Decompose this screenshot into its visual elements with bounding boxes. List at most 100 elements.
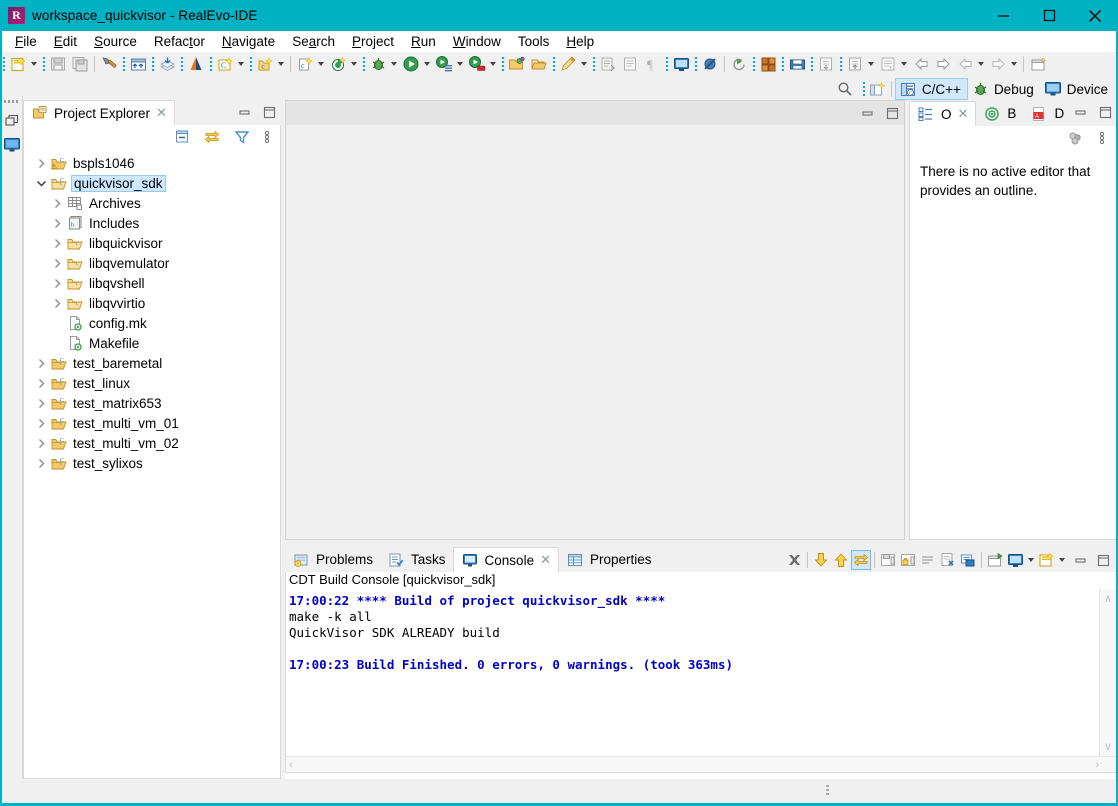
tree-item-libqvemulator[interactable]: libqvemulator — [24, 253, 280, 273]
toolbar-run-stop[interactable] — [466, 53, 499, 75]
clear-console-icon[interactable] — [918, 550, 938, 570]
marker-dropdown-arrow[interactable] — [578, 54, 589, 74]
console-vertical-scrollbar[interactable]: ∧ ∨ — [1099, 589, 1116, 756]
toolbar-save-all[interactable] — [69, 53, 91, 75]
previous-dropdown-arrow[interactable] — [975, 54, 986, 74]
toolbar-terminal[interactable] — [877, 53, 910, 75]
tree-item-test-matrix653[interactable]: Ctest_matrix653 — [24, 393, 280, 413]
tree-item-libqvshell[interactable]: libqvshell — [24, 273, 280, 293]
chevron-right-icon[interactable] — [33, 353, 49, 373]
editor-empty-area[interactable] — [285, 125, 905, 540]
toolbar-pilcrow[interactable]: ¶ — [641, 53, 663, 75]
toolbar-last-edit[interactable] — [619, 53, 641, 75]
fast-view-drag-handle[interactable] — [3, 100, 19, 103]
project-explorer-maximize-icon[interactable] — [261, 104, 277, 120]
next-dropdown-arrow[interactable] — [1008, 54, 1019, 74]
console-maximize-icon[interactable] — [1095, 552, 1111, 568]
toolbar-build[interactable] — [98, 53, 120, 75]
view-menu-icon[interactable] — [1097, 128, 1107, 148]
new-console-dropdown-arrow[interactable] — [1056, 550, 1067, 570]
tab-outline[interactable]: O ✕ — [909, 101, 977, 126]
editor-minimize-icon[interactable] — [859, 105, 875, 121]
tree-item-makefile[interactable]: Makefile — [24, 333, 280, 353]
terminate-icon[interactable] — [784, 550, 804, 570]
chevron-right-icon[interactable] — [33, 153, 49, 173]
toolbar-export[interactable] — [844, 53, 877, 75]
close-console-icon[interactable] — [938, 550, 958, 570]
new-wizard-dropdown-arrow[interactable] — [28, 54, 39, 74]
tree-item-test-sylixos[interactable]: Ctest_sylixos — [24, 453, 280, 473]
tree-item-test-multi-vm-01[interactable]: Ctest_multi_vm_01 — [24, 413, 280, 433]
chevron-right-icon[interactable] — [33, 413, 49, 433]
console-output[interactable]: 17:00:22 **** Build of project quickviso… — [285, 589, 1117, 756]
outline-minimize-icon[interactable] — [1072, 104, 1088, 120]
toolbar-publish[interactable] — [156, 53, 178, 75]
minimize-button[interactable] — [980, 0, 1026, 31]
toolbar-previous[interactable] — [954, 53, 987, 75]
chevron-right-icon[interactable] — [33, 433, 49, 453]
run-stop-dropdown-arrow[interactable] — [487, 54, 498, 74]
lock-console-icon[interactable] — [898, 550, 918, 570]
save-console-icon[interactable] — [878, 550, 898, 570]
chevron-right-icon[interactable] — [49, 253, 65, 273]
toolbar-debug[interactable] — [367, 53, 400, 75]
tab-project-explorer-close-icon[interactable]: ✕ — [156, 105, 167, 121]
menu-project[interactable]: Project — [344, 32, 403, 51]
toolbar-next[interactable] — [987, 53, 1020, 75]
menu-help[interactable]: Help — [558, 32, 603, 51]
tree-item-bspls1046[interactable]: C! bspls1046 — [24, 153, 280, 173]
sort-group-icon[interactable] — [1065, 128, 1085, 148]
toolbar-console-monitor[interactable] — [670, 53, 692, 75]
chevron-right-icon[interactable] — [33, 373, 49, 393]
view-menu-icon[interactable] — [262, 127, 272, 147]
toolbar-realevo-tool[interactable] — [185, 53, 207, 75]
toolbar-import[interactable] — [815, 53, 837, 75]
toolbar-marker[interactable] — [557, 53, 590, 75]
tab-build-targets[interactable]: B — [976, 101, 1024, 126]
run-dropdown-arrow[interactable] — [421, 54, 432, 74]
toolbar-back-history[interactable] — [910, 53, 932, 75]
export-dropdown-arrow[interactable] — [865, 54, 876, 74]
tree-item-includes[interactable]: h Includes — [24, 213, 280, 233]
toolbar-open-type[interactable] — [506, 53, 528, 75]
tab-documents[interactable]: A D — [1023, 101, 1072, 126]
close-button[interactable] — [1072, 0, 1118, 31]
filter-icon[interactable] — [232, 127, 252, 147]
menu-refactor[interactable]: Refactor — [146, 32, 214, 51]
tree-item-test-linux[interactable]: Ctest_linux — [24, 373, 280, 393]
toolbar-new-c-class[interactable]: c — [254, 53, 287, 75]
chevron-right-icon[interactable] — [33, 393, 49, 413]
menu-edit[interactable]: Edit — [46, 32, 86, 51]
outline-maximize-icon[interactable] — [1097, 104, 1113, 120]
tab-console-close-icon[interactable]: ✕ — [540, 552, 551, 568]
toolbar-new-grid[interactable] — [327, 53, 360, 75]
tab-problems[interactable]: ! Problems — [285, 547, 381, 572]
chevron-down-icon[interactable] — [33, 173, 49, 193]
run-config-dropdown-arrow[interactable] — [454, 54, 465, 74]
toolbar-new-c-project[interactable]: C — [214, 53, 247, 75]
open-console-icon[interactable] — [958, 550, 978, 570]
project-tree[interactable]: C! bspls1046 Cquickvisor_sdk Archives h Inclu… — [23, 148, 281, 779]
display-console-dropdown-arrow[interactable] — [1025, 550, 1036, 570]
tree-item-libquickvisor[interactable]: libquickvisor — [24, 233, 280, 253]
chevron-right-icon[interactable] — [49, 193, 65, 213]
toolbar-build-all[interactable] — [127, 53, 149, 75]
tree-item-config-mk[interactable]: config.mk — [24, 313, 280, 333]
new-grid-dropdown-arrow[interactable] — [348, 54, 359, 74]
tab-project-explorer[interactable]: Project Explorer ✕ — [23, 100, 175, 125]
toolbar-cube-package[interactable] — [757, 53, 779, 75]
link-with-editor-icon[interactable] — [202, 127, 222, 147]
new-c-class-dropdown-arrow[interactable] — [275, 54, 286, 74]
toolbar-run-config[interactable] — [433, 53, 466, 75]
chevron-right-icon[interactable] — [49, 273, 65, 293]
toolbar-skip-breakpoints[interactable] — [699, 53, 721, 75]
toolbar-open-resource[interactable] — [528, 53, 550, 75]
maximize-button[interactable] — [1026, 0, 1072, 31]
scroll-down-icon[interactable] — [811, 550, 831, 570]
scroll-left-arrow-icon[interactable]: ‹ — [289, 759, 293, 771]
collapse-all-icon[interactable] — [172, 127, 192, 147]
perspective-debug[interactable]: Debug — [968, 78, 1040, 100]
toolbar-run[interactable] — [400, 53, 433, 75]
tree-item-test-baremetal[interactable]: Ctest_baremetal — [24, 353, 280, 373]
menu-file[interactable]: File — [7, 32, 46, 51]
